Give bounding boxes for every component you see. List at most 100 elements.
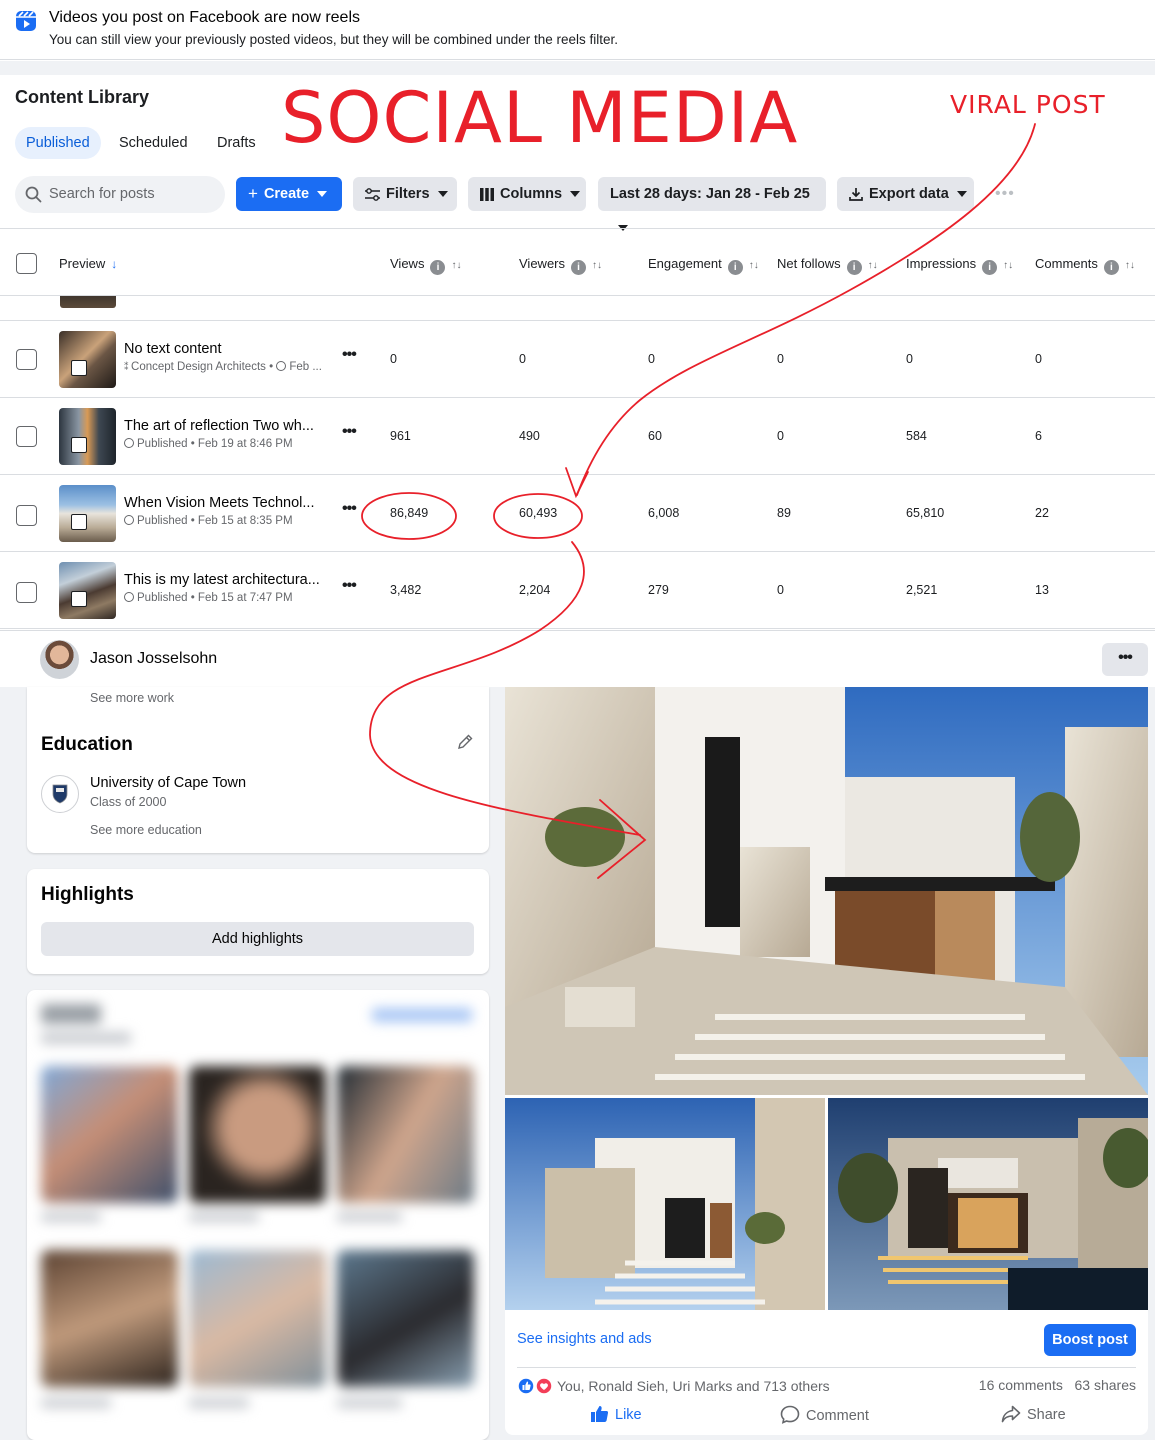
profile-name[interactable]: Jason Josselsohn [90, 650, 217, 668]
photo-icon [71, 591, 87, 607]
table-row[interactable]: This is my latest architectura... Publis… [0, 552, 1155, 629]
cell-views: 961 [390, 429, 411, 443]
cell-viewers: 0 [519, 352, 526, 366]
reactions-summary[interactable]: You, Ronald Sieh, Uri Marks and 713 othe… [557, 1378, 830, 1394]
cell-comments: 6 [1035, 429, 1042, 443]
profile-header: Jason Josselsohn ••• [0, 630, 1155, 687]
row-checkbox[interactable] [16, 582, 37, 603]
friend-photo [337, 1250, 474, 1387]
blurred-subtitle [41, 1032, 131, 1044]
comments-count[interactable]: 16 comments [979, 1377, 1063, 1393]
table-row[interactable]: When Vision Meets Technol... Published •… [0, 475, 1155, 552]
education-title: Education [41, 734, 133, 755]
post-thumbnail[interactable] [59, 562, 116, 619]
friend-name [337, 1398, 402, 1408]
thumbs-up-icon [591, 1406, 609, 1422]
row-checkbox[interactable] [16, 349, 37, 370]
tab-drafts[interactable]: Drafts [206, 127, 267, 159]
friend-name [189, 1398, 249, 1408]
share-button[interactable]: Share [1001, 1405, 1066, 1423]
profile-left-column: See more work Education University of Ca… [0, 687, 505, 1440]
friend-photo [337, 1066, 474, 1203]
more-options-icon[interactable]: ••• [995, 185, 1015, 203]
tab-scheduled[interactable]: Scheduled [108, 127, 199, 159]
blurred-title [41, 1004, 101, 1024]
post-title[interactable]: The art of reflection Two wh... [124, 418, 314, 434]
like-button[interactable]: Like [590, 1405, 642, 1423]
highlights-card: Highlights Add highlights [27, 869, 489, 974]
pencil-icon[interactable] [456, 733, 474, 751]
post-title[interactable]: When Vision Meets Technol... [124, 495, 314, 511]
shield-icon [52, 784, 68, 804]
sort-icon: ↑↓ [1124, 260, 1135, 271]
post-image-main[interactable] [505, 687, 1148, 1095]
table-row[interactable]: The art of reflection Two wh... Publishe… [0, 398, 1155, 475]
table-row[interactable]: No text content ⁑ Concept Design Archite… [0, 321, 1155, 398]
avatar[interactable] [40, 640, 79, 679]
blurred-link [372, 1008, 472, 1022]
reactions-icon[interactable] [517, 1377, 553, 1395]
column-net-follows[interactable]: Net follows i ↑↓ [777, 256, 878, 275]
cell-engagement: 279 [648, 583, 669, 597]
friend-photo [189, 1250, 326, 1387]
post-more-icon[interactable]: ••• [342, 346, 357, 364]
see-more-education-link[interactable]: See more education [90, 823, 202, 837]
tab-published[interactable]: Published [15, 127, 101, 159]
post-title[interactable]: This is my latest architectura... [124, 572, 320, 588]
row-checkbox[interactable] [16, 505, 37, 526]
post-thumbnail[interactable] [59, 331, 116, 388]
select-all-checkbox[interactable] [16, 253, 37, 274]
search-icon [25, 186, 42, 203]
add-highlights-button[interactable]: Add highlights [41, 922, 474, 956]
cell-comments: 0 [1035, 352, 1042, 366]
post-thumbnail[interactable] [59, 408, 116, 465]
post-meta: Published • Feb 19 at 8:46 PM [124, 438, 293, 450]
cell-viewers: 2,204 [519, 583, 551, 597]
column-impressions[interactable]: Impressions i ↑↓ [906, 256, 1013, 275]
see-insights-link[interactable]: See insights and ads [517, 1331, 652, 1347]
columns-button[interactable]: Columns [468, 177, 586, 211]
post-thumbnail[interactable] [59, 485, 116, 542]
post-meta: Published • Feb 15 at 8:35 PM [124, 515, 293, 527]
share-icon [1001, 1405, 1021, 1423]
boost-post-button[interactable]: Boost post [1044, 1324, 1136, 1356]
post-image-tertiary[interactable] [828, 1098, 1148, 1310]
cell-impressions: 2,521 [906, 583, 938, 597]
engagement-counts[interactable]: 16 comments 63 shares [979, 1377, 1136, 1393]
row-checkbox[interactable] [16, 426, 37, 447]
date-range-button[interactable]: Last 28 days: Jan 28 - Feb 25 [598, 177, 826, 232]
column-viewers[interactable]: Viewers i ↑↓ [519, 256, 602, 275]
banner-title: Videos you post on Facebook are now reel… [49, 9, 361, 26]
column-views[interactable]: Views i ↑↓ [390, 256, 461, 275]
globe-icon [124, 515, 134, 525]
column-preview[interactable]: Preview ↓ [59, 256, 117, 271]
sort-icon: ↑↓ [748, 260, 759, 271]
post-more-icon[interactable]: ••• [342, 577, 357, 595]
sort-icon: ↑↓ [592, 260, 603, 271]
post-image-secondary[interactable] [505, 1098, 825, 1310]
post-more-icon[interactable]: ••• [342, 423, 357, 441]
cell-viewers: 490 [519, 429, 540, 443]
comment-button[interactable]: Comment [780, 1405, 869, 1424]
post-title[interactable]: No text content [124, 341, 222, 357]
column-engagement[interactable]: Engagement i ↑↓ [648, 256, 759, 275]
sort-icon: ↑↓ [451, 260, 462, 271]
post-more-icon[interactable]: ••• [342, 500, 357, 518]
search-input[interactable]: Search for posts [15, 176, 225, 213]
column-comments[interactable]: Comments i ↑↓ [1035, 256, 1135, 275]
more-options-button[interactable]: ••• [1102, 643, 1148, 676]
see-more-work-link[interactable]: See more work [90, 691, 174, 705]
cell-views: 0 [390, 352, 397, 366]
post-thumbnail [60, 296, 116, 308]
table-row-partial [0, 296, 1155, 321]
create-button[interactable]: + Create [236, 177, 342, 211]
cell-impressions: 65,810 [906, 506, 945, 520]
download-icon [849, 188, 863, 202]
school-name[interactable]: University of Cape Town [90, 775, 246, 791]
cell-viewers: 60,493 [519, 506, 558, 520]
filters-button[interactable]: Filters [353, 177, 457, 211]
shares-count[interactable]: 63 shares [1075, 1377, 1136, 1393]
photo-icon [71, 360, 87, 376]
export-data-button[interactable]: Export data [837, 177, 974, 211]
globe-icon [276, 361, 287, 371]
